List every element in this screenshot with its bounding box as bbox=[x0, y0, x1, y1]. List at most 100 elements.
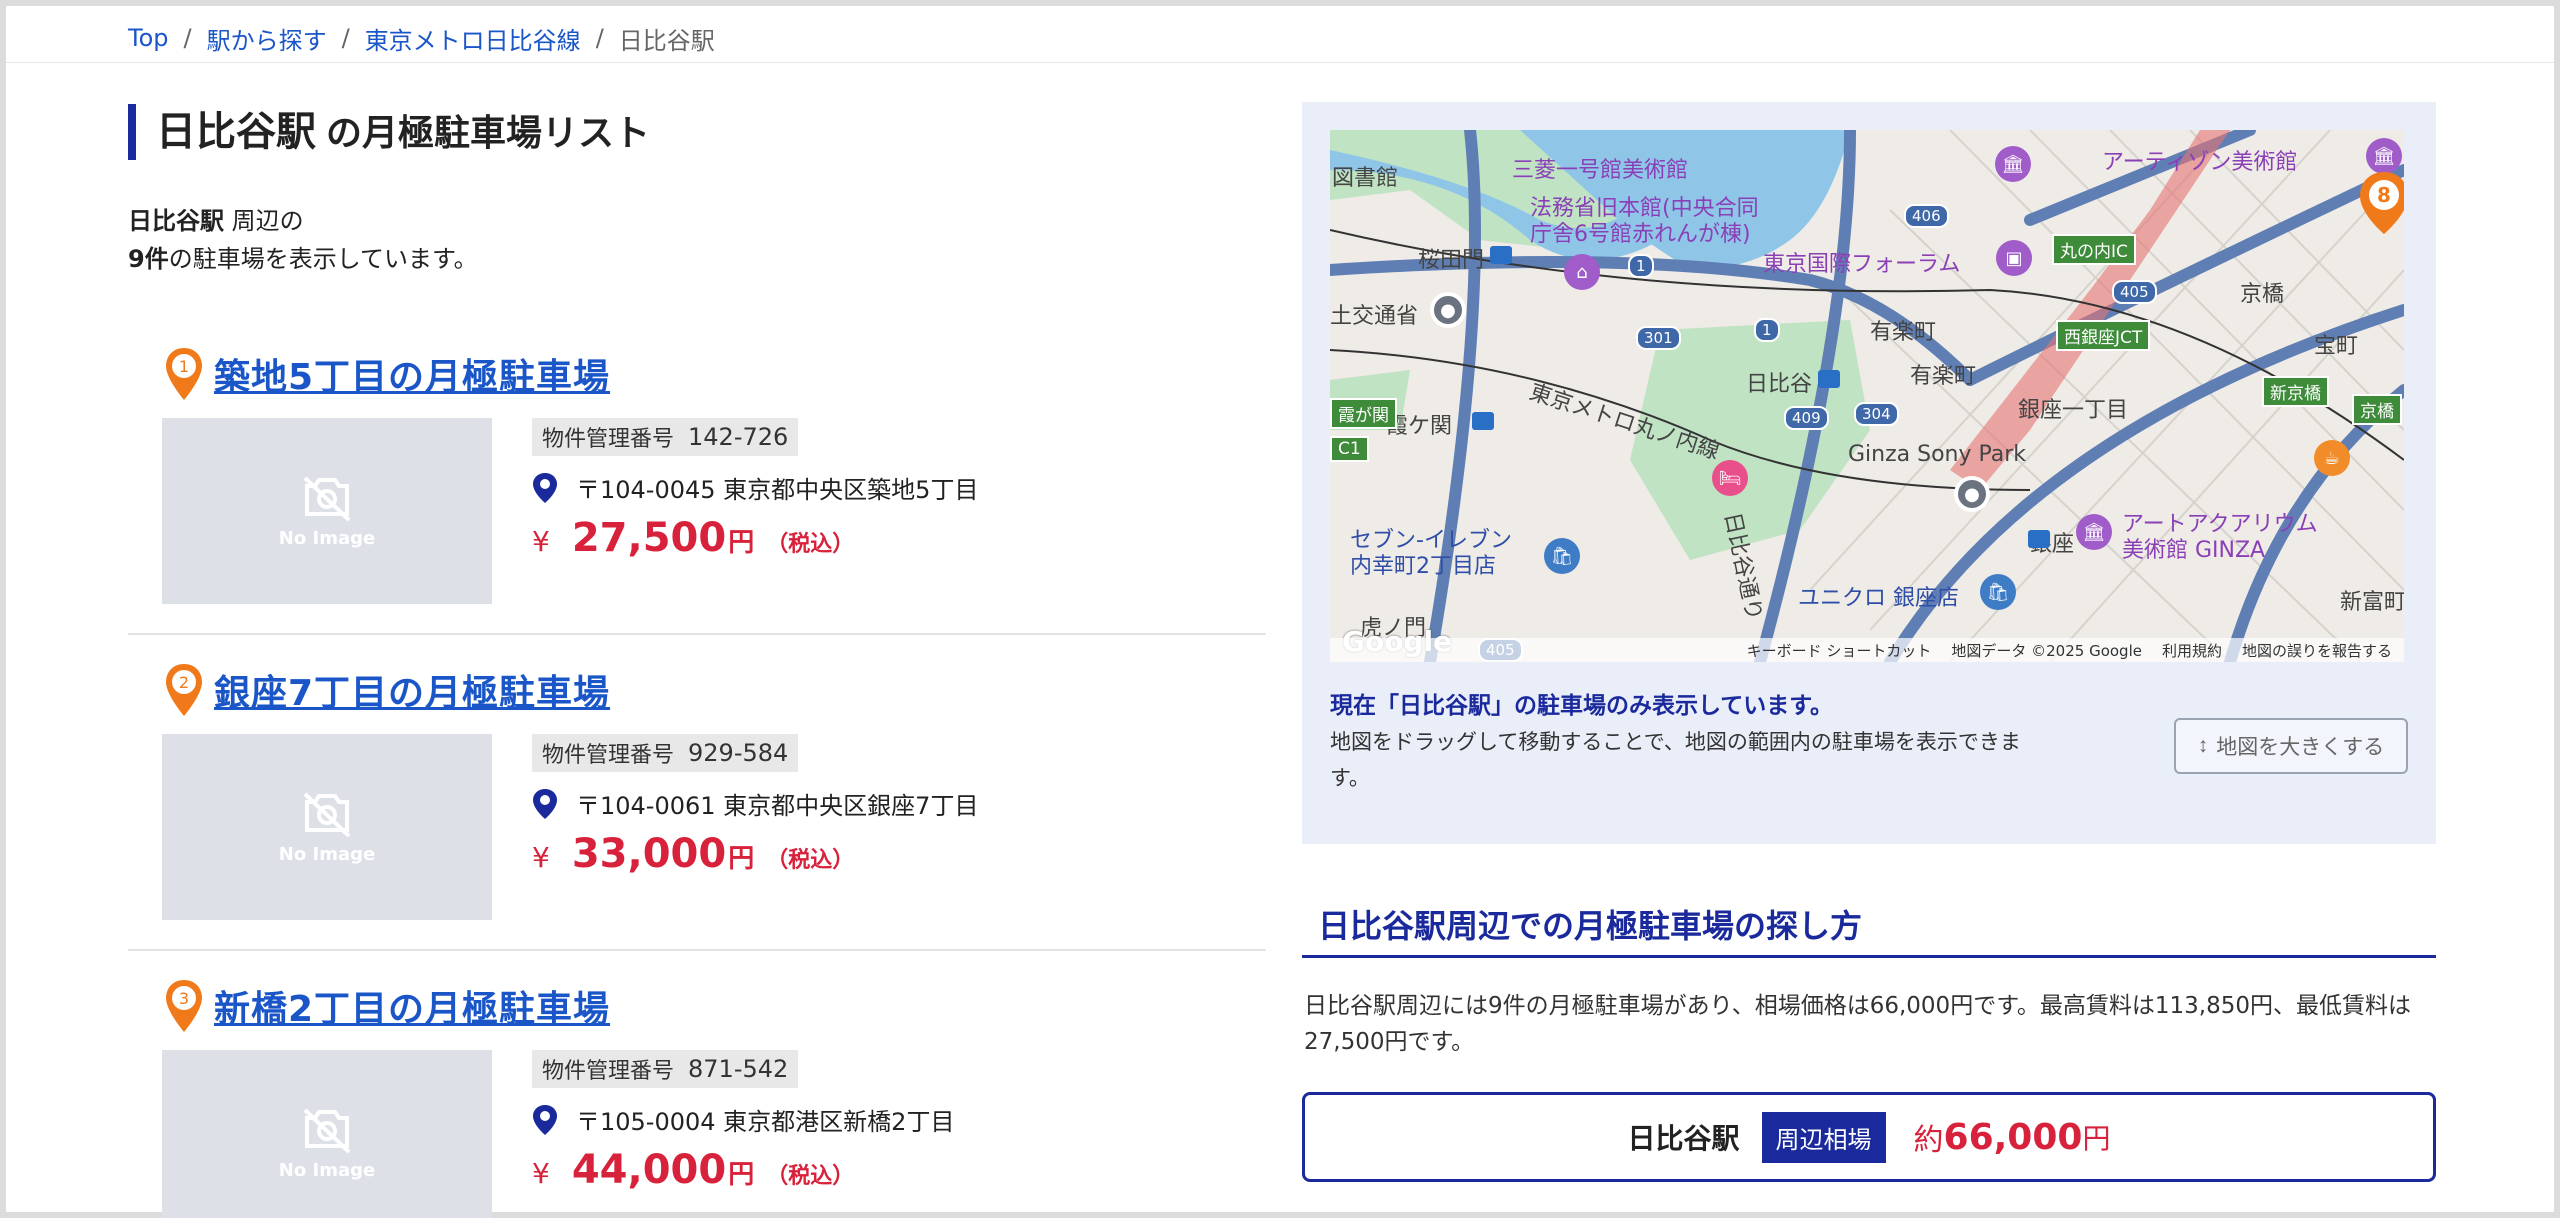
section-body: 日比谷駅周辺には9件の月極駐車場があり、相場価格は66,000円です。最高賃料は… bbox=[1304, 993, 2412, 1055]
map-label-uniqlo: ユニクロ 銀座店 bbox=[1798, 586, 1959, 611]
breadcrumb-divider bbox=[6, 62, 2554, 63]
price-unit: 円 bbox=[728, 1160, 755, 1190]
landmark-icon[interactable]: ⌂ bbox=[1564, 254, 1600, 290]
parking-marker-number: 8 bbox=[2377, 183, 2391, 207]
sign-shinkyobashi: 新京橋 bbox=[2262, 376, 2329, 407]
management-value: 929-584 bbox=[688, 739, 789, 767]
rank-pin-icon: 2 bbox=[164, 662, 204, 718]
listing-meta: 物件管理番号 871-542 〒105-0004 東京都港区新橋2丁目 ¥ 44,… bbox=[532, 1050, 954, 1193]
shop-icon[interactable]: 🛍 bbox=[1980, 574, 2016, 610]
price-unit: 円 bbox=[728, 528, 755, 558]
map-panel: 三菱一号館美術館 🏛 アーティゾン美術館 🏛 図書館 法務省旧本館(中央合同 庁… bbox=[1302, 102, 2436, 844]
listing-name-link[interactable]: 銀座7丁目の月極駐車場 bbox=[214, 664, 610, 716]
map-pin-icon bbox=[533, 472, 557, 503]
cafe-icon[interactable]: ☕ bbox=[2314, 440, 2350, 476]
map-footer-report[interactable]: 地図の誤りを報告する bbox=[2242, 640, 2392, 661]
yen-icon: ¥ bbox=[532, 1157, 550, 1190]
market-approx: 約 bbox=[1913, 1123, 1944, 1158]
price-amount: 27,500 bbox=[571, 515, 727, 561]
map-label-hibiya: 日比谷 bbox=[1746, 372, 1813, 397]
parking-listing: 1 築地5丁目の月極駐車場 No Image 物件管理番号 142-726 〒10… bbox=[128, 330, 1266, 635]
listing-meta: 物件管理番号 929-584 〒104-0061 東京都中央区銀座7丁目 ¥ 33… bbox=[532, 734, 978, 877]
route-1: 1 bbox=[1628, 254, 1654, 278]
sign-kasumigaseki: 霞が関 bbox=[1330, 398, 1397, 429]
breadcrumb-separator: / bbox=[341, 24, 350, 52]
map-label-aqua: アートアクアリウム 美術館 GINZA bbox=[2122, 512, 2318, 563]
metro-station-icon bbox=[1818, 370, 1840, 388]
expand-map-button[interactable]: ↕ 地図を大きくする bbox=[2174, 718, 2408, 774]
address-text: 〒104-0061 東京都中央区銀座7丁目 bbox=[576, 792, 979, 820]
listing-name-link[interactable]: 築地5丁目の月極駐車場 bbox=[214, 348, 610, 400]
map-label-takaracho: 宝町 bbox=[2314, 334, 2359, 359]
no-image-icon bbox=[303, 1108, 351, 1153]
expand-map-label: 地図を大きくする bbox=[2216, 736, 2385, 759]
route-1-east: 1 bbox=[1754, 318, 1780, 342]
rank-pin-icon: 1 bbox=[164, 346, 204, 402]
listing-image-placeholder[interactable]: No Image bbox=[162, 734, 492, 920]
map-label-toshokan: 図書館 bbox=[1332, 166, 1399, 191]
section-title: 日比谷駅周辺での月極駐車場の探し方 bbox=[1302, 892, 2436, 958]
map-label-ginza1: 銀座一丁目 bbox=[2018, 398, 2129, 423]
map-canvas[interactable]: 三菱一号館美術館 🏛 アーティゾン美術館 🏛 図書館 法務省旧本館(中央合同 庁… bbox=[1330, 130, 2404, 662]
shop-icon[interactable]: 🛍 bbox=[1544, 538, 1580, 574]
map-label-ministry: 法務省旧本館(中央合同 庁舎6号館赤れんが棟) bbox=[1530, 196, 1759, 247]
map-label-sakuradamon: 桜田門 bbox=[1418, 248, 1485, 273]
listing-image-placeholder[interactable]: No Image bbox=[162, 1050, 492, 1218]
venue-icon[interactable]: ▣ bbox=[1996, 240, 2032, 276]
listing-image-placeholder[interactable]: No Image bbox=[162, 418, 492, 604]
route-301: 301 bbox=[1636, 326, 1681, 350]
route-406: 406 bbox=[1904, 204, 1949, 228]
summary-count: 9件 bbox=[128, 245, 169, 273]
no-image-icon bbox=[303, 792, 351, 837]
route-409: 409 bbox=[1784, 406, 1829, 430]
expand-icon: ↕ bbox=[2197, 734, 2209, 757]
listing-title-row: 3 新橋2丁目の月極駐車場 bbox=[164, 978, 610, 1034]
summary-station: 日比谷駅 bbox=[128, 207, 224, 235]
listing-name-link[interactable]: 新橋2丁目の月極駐車場 bbox=[214, 980, 610, 1032]
map-footer-data: 地図データ ©2025 Google bbox=[1951, 641, 2142, 660]
map-label-mitsubishi: 三菱一号館美術館 bbox=[1512, 158, 1689, 183]
no-image-label: No Image bbox=[278, 527, 376, 549]
sign-nishiginza-jct: 西銀座JCT bbox=[2056, 320, 2151, 351]
no-image-icon bbox=[303, 476, 351, 521]
breadcrumb-current: 日比谷駅 bbox=[618, 26, 715, 55]
sign-kyobashi: 京橋 bbox=[2352, 394, 2402, 425]
breadcrumb-station-search[interactable]: 駅から探す bbox=[207, 21, 327, 56]
map-label-yurakucho2: 有楽町 bbox=[1910, 364, 1977, 389]
hotel-icon[interactable]: 🛏 bbox=[1712, 460, 1748, 496]
listing-address: 〒104-0045 東京都中央区築地5丁目 bbox=[532, 470, 978, 505]
parking-listing: 2 銀座7丁目の月極駐車場 No Image 物件管理番号 929-584 〒10… bbox=[128, 646, 1266, 951]
market-unit: 円 bbox=[2082, 1122, 2111, 1155]
map-footer-shortcuts[interactable]: キーボード ショートカット bbox=[1747, 640, 1932, 661]
map-footer-terms[interactable]: 利用規約 bbox=[2162, 640, 2222, 661]
management-value: 871-542 bbox=[688, 1055, 789, 1083]
sign-marunouchi-ic: 丸の内IC bbox=[2052, 234, 2136, 265]
government-icon[interactable]: ● bbox=[1430, 292, 1466, 328]
summary-line2-suffix: の駐車場を表示しています。 bbox=[168, 245, 478, 273]
museum-icon[interactable]: 🏛 bbox=[2366, 138, 2402, 174]
market-price-box: 日比谷駅 周辺相場 約 66,000 円 bbox=[1302, 1092, 2436, 1182]
market-amount: 66,000 bbox=[1943, 1116, 2083, 1158]
parking-marker-icon[interactable]: 8 bbox=[2358, 170, 2404, 236]
breadcrumb: Top / 駅から探す / 東京メトロ日比谷線 / 日比谷駅 bbox=[128, 20, 715, 56]
management-label: 物件管理番号 bbox=[542, 743, 675, 768]
rank-number: 1 bbox=[179, 357, 189, 376]
map-label-forum: 東京国際フォーラム bbox=[1763, 252, 1961, 277]
museum-icon[interactable]: 🏛 bbox=[1995, 146, 2031, 182]
museum-icon[interactable]: 🏛 bbox=[2076, 514, 2112, 550]
map-footer: キーボード ショートカット 地図データ ©2025 Google 利用規約 地図… bbox=[1330, 638, 2404, 662]
management-value: 142-726 bbox=[688, 423, 789, 451]
market-badge: 周辺相場 bbox=[1761, 1111, 1886, 1163]
breadcrumb-line[interactable]: 東京メトロ日比谷線 bbox=[365, 21, 581, 56]
listing-price: ¥ 44,000 円 （税込） bbox=[532, 1147, 954, 1193]
management-number: 物件管理番号 142-726 bbox=[532, 418, 799, 456]
breadcrumb-top[interactable]: Top bbox=[128, 24, 169, 52]
listing-meta: 物件管理番号 142-726 〒104-0045 東京都中央区築地5丁目 ¥ 27… bbox=[532, 418, 978, 561]
yen-icon: ¥ bbox=[532, 841, 550, 874]
map-label-shintomicho: 新富町 bbox=[2340, 590, 2404, 615]
management-number: 物件管理番号 929-584 bbox=[532, 734, 799, 772]
market-station: 日比谷駅 bbox=[1627, 1122, 1740, 1155]
listing-address: 〒105-0004 東京都港区新橋2丁目 bbox=[532, 1102, 954, 1137]
place-icon[interactable]: ● bbox=[1954, 476, 1990, 512]
address-text: 〒104-0045 東京都中央区築地5丁目 bbox=[576, 476, 979, 504]
